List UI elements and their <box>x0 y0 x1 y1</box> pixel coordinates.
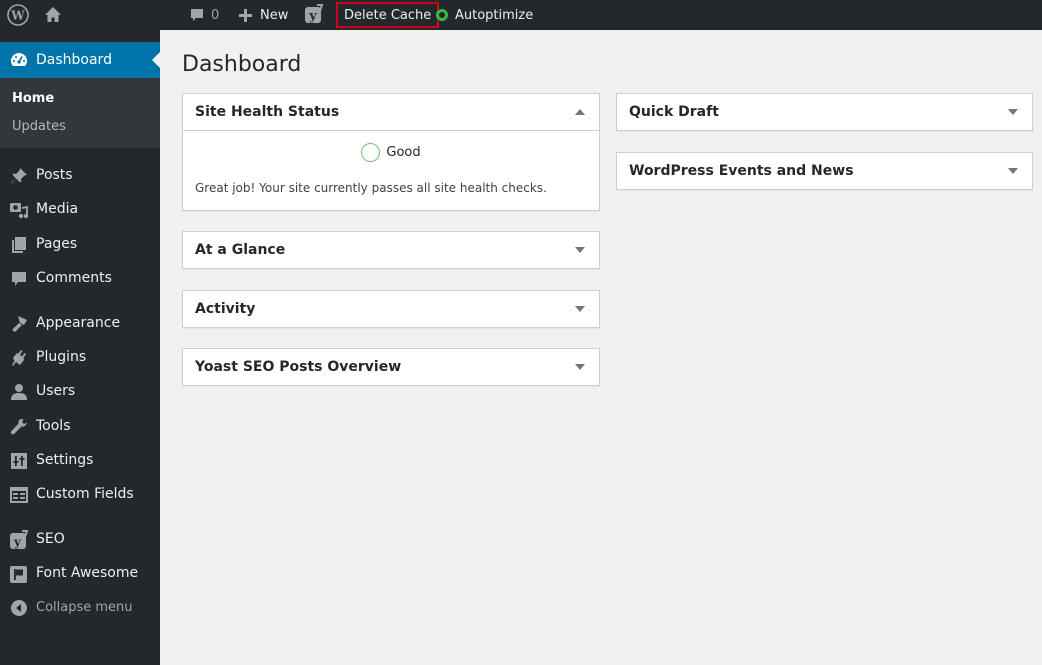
sidebar-item-seo[interactable]: y SEO <box>0 523 160 557</box>
health-status-icon <box>361 143 381 162</box>
sidebar-item-label: Appearance <box>36 315 121 331</box>
health-status-label: Good <box>386 145 421 160</box>
sidebar-item-label: Plugins <box>36 349 87 365</box>
plug-icon <box>9 348 29 368</box>
sidebar-item-label: Custom Fields <box>36 486 134 502</box>
pin-icon <box>9 166 29 186</box>
comment-icon <box>189 7 205 23</box>
dashboard-submenu: Home Updates <box>0 78 160 148</box>
sidebar-item-font-awesome[interactable]: Font Awesome <box>0 557 160 591</box>
sidebar-item-label: SEO <box>36 531 65 547</box>
yoast-posts-overview-widget: Yoast SEO Posts Overview <box>182 348 600 386</box>
widget-header[interactable]: WordPress Events and News <box>617 153 1032 189</box>
widget-header[interactable]: Activity <box>183 291 599 327</box>
widget-title: Yoast SEO Posts Overview <box>195 359 402 375</box>
media-icon <box>9 200 29 220</box>
svg-text:W: W <box>10 9 25 23</box>
sidebar-item-label: Pages <box>36 236 78 252</box>
settings-icon <box>9 451 29 471</box>
admin-bar: W 0 New y Delete Cache Autoptimize <box>0 0 1042 30</box>
collapse-menu-label: Collapse menu <box>36 600 133 615</box>
submenu-item-home[interactable]: Home <box>12 91 54 106</box>
autoptimize-link[interactable]: Autoptimize <box>436 0 533 30</box>
table-icon <box>9 485 29 505</box>
sidebar-item-label: Dashboard <box>36 52 112 68</box>
expand-toggle-icon[interactable] <box>575 247 585 253</box>
delete-cache-button[interactable]: Delete Cache <box>336 2 440 28</box>
dashboard-icon <box>9 50 29 70</box>
home-icon[interactable] <box>43 5 63 25</box>
sidebar-item-label: Media <box>36 201 79 217</box>
wrench-icon <box>9 417 29 437</box>
paintbrush-icon <box>9 314 29 334</box>
sidebar-item-posts[interactable]: Posts <box>0 159 160 193</box>
current-menu-arrow <box>152 52 160 68</box>
collapse-menu-button[interactable]: Collapse menu <box>0 591 160 625</box>
health-message: Great job! Your site currently passes al… <box>195 181 547 195</box>
widget-title: Site Health Status <box>195 104 340 120</box>
new-content-link[interactable]: New <box>238 0 288 30</box>
quick-draft-widget: Quick Draft <box>616 93 1033 131</box>
page-title: Dashboard <box>182 52 302 77</box>
comments-link[interactable]: 0 <box>189 0 219 30</box>
sidebar-item-appearance[interactable]: Appearance <box>0 307 160 341</box>
widget-title: At a Glance <box>195 242 286 258</box>
widget-body: Good Great job! Your site currently pass… <box>183 130 599 210</box>
autoptimize-status-icon <box>436 9 448 21</box>
activity-widget: Activity <box>182 290 600 328</box>
flag-icon <box>9 564 29 584</box>
sidebar-item-custom-fields[interactable]: Custom Fields <box>0 478 160 512</box>
sidebar-item-label: Font Awesome <box>36 565 139 581</box>
comment-icon <box>9 269 29 289</box>
sidebar-item-tools[interactable]: Tools <box>0 410 160 444</box>
widget-header[interactable]: Yoast SEO Posts Overview <box>183 349 599 385</box>
expand-toggle-icon[interactable] <box>1008 168 1018 174</box>
sidebar-item-users[interactable]: Users <box>0 375 160 409</box>
sidebar-item-label: Settings <box>36 452 94 468</box>
sidebar-item-media[interactable]: Media <box>0 193 160 227</box>
user-icon <box>9 382 29 402</box>
events-news-widget: WordPress Events and News <box>616 152 1033 190</box>
sidebar-item-plugins[interactable]: Plugins <box>0 341 160 375</box>
widget-title: WordPress Events and News <box>629 163 854 179</box>
submenu-item-updates[interactable]: Updates <box>12 119 66 134</box>
expand-toggle-icon[interactable] <box>1008 109 1018 115</box>
sidebar-item-settings[interactable]: Settings <box>0 444 160 478</box>
health-status: Good <box>183 143 599 162</box>
at-a-glance-widget: At a Glance <box>182 231 600 269</box>
widget-title: Activity <box>195 301 256 317</box>
sidebar-item-label: Comments <box>36 270 112 286</box>
widget-title: Quick Draft <box>629 104 719 120</box>
widget-header[interactable]: Site Health Status <box>183 94 599 130</box>
expand-toggle-icon[interactable] <box>575 364 585 370</box>
admin-sidebar: Dashboard Home Updates Posts Media Pages… <box>0 30 160 665</box>
sidebar-item-label: Tools <box>36 418 71 434</box>
plus-icon <box>238 8 253 23</box>
yoast-icon[interactable]: y <box>304 4 324 24</box>
collapse-toggle-icon[interactable] <box>575 109 585 115</box>
wordpress-logo-icon[interactable]: W <box>7 4 29 26</box>
pages-icon <box>9 235 29 255</box>
widget-header[interactable]: At a Glance <box>183 232 599 268</box>
sidebar-item-comments[interactable]: Comments <box>0 262 160 296</box>
sidebar-item-pages[interactable]: Pages <box>0 228 160 262</box>
comments-count: 0 <box>211 7 220 23</box>
collapse-arrow-icon <box>9 598 29 618</box>
sidebar-item-label: Users <box>36 383 76 399</box>
autoptimize-label: Autoptimize <box>455 7 534 23</box>
expand-toggle-icon[interactable] <box>575 306 585 312</box>
sidebar-item-dashboard[interactable]: Dashboard <box>0 42 160 78</box>
site-health-widget: Site Health Status Good Great job! Your … <box>182 93 600 211</box>
widget-header[interactable]: Quick Draft <box>617 94 1032 130</box>
yoast-icon: y <box>9 530 29 550</box>
new-label: New <box>260 7 289 23</box>
sidebar-item-label: Posts <box>36 167 73 183</box>
